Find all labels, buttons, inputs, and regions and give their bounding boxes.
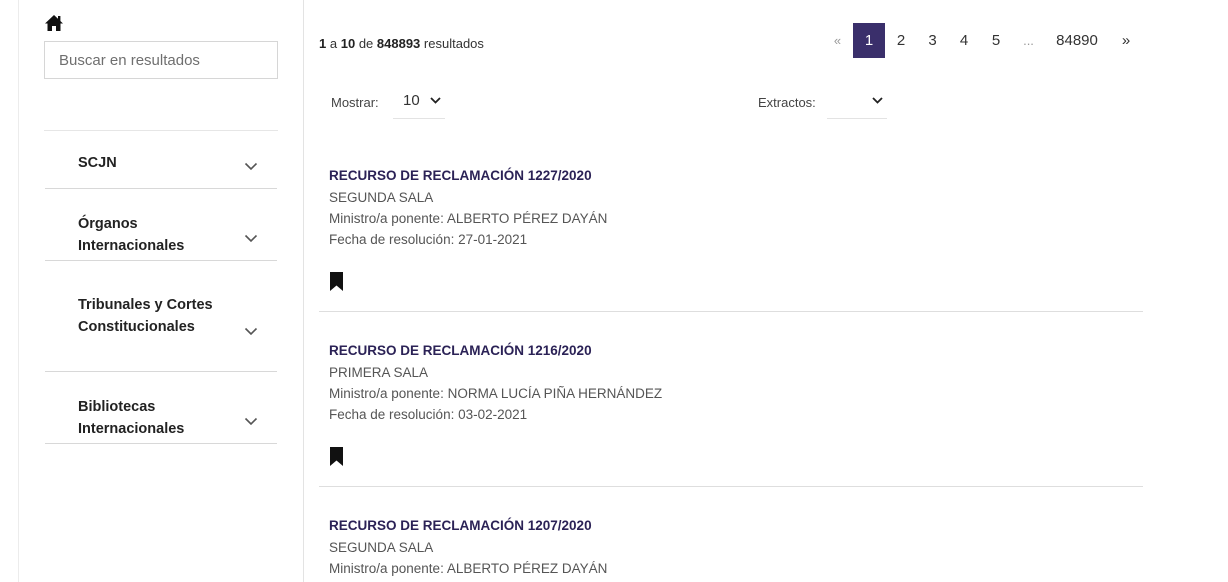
- result-divider: [319, 311, 1143, 312]
- show-label: Mostrar:: [331, 95, 379, 110]
- result-item: RECURSO DE RECLAMACIÓN 1207/2020 SEGUNDA…: [319, 518, 1143, 582]
- pagination-page-1[interactable]: 1: [853, 23, 885, 58]
- result-item: RECURSO DE RECLAMACIÓN 1227/2020 SEGUNDA…: [319, 168, 1143, 313]
- result-divider: [319, 486, 1143, 487]
- pagination-page-last[interactable]: 84890: [1045, 23, 1109, 58]
- sidebar-item-label: SCJN: [78, 155, 117, 171]
- result-fecha: Fecha de resolución: 27-01-2021: [329, 232, 528, 247]
- results-from: 1: [319, 36, 327, 51]
- pagination-next[interactable]: »: [1109, 23, 1143, 58]
- show-select[interactable]: 10: [393, 86, 445, 119]
- results-total: 848893: [376, 36, 421, 51]
- pagination-page-4[interactable]: 4: [948, 23, 980, 58]
- chevron-down-icon: [430, 97, 441, 104]
- sidebar-item-scjn[interactable]: SCJN: [45, 131, 277, 189]
- pagination-page-5[interactable]: 5: [980, 23, 1012, 58]
- result-title-link[interactable]: RECURSO DE RECLAMACIÓN 1227/2020: [329, 168, 592, 183]
- results-count: 1 a 10 de 848893 resultados: [319, 36, 484, 51]
- bookmark-icon[interactable]: [329, 447, 344, 466]
- sidebar: SCJN Órganos Internacionales Tribunales …: [19, 0, 304, 582]
- sidebar-item-tribunales-cortes[interactable]: Tribunales y Cortes Constitucionales: [45, 261, 277, 372]
- result-title-link[interactable]: RECURSO DE RECLAMACIÓN 1216/2020: [329, 343, 592, 358]
- result-item: RECURSO DE RECLAMACIÓN 1216/2020 PRIMERA…: [319, 343, 1143, 488]
- result-sala: PRIMERA SALA: [329, 365, 429, 380]
- result-ponente: Ministro/a ponente: ALBERTO PÉREZ DAYÁN: [329, 561, 608, 576]
- pagination: « 1 2 3 4 5 ... 84890 »: [822, 23, 1143, 58]
- sidebar-item-label: Tribunales y Cortes Constitucionales: [78, 297, 213, 335]
- home-icon[interactable]: [44, 14, 64, 32]
- chevron-down-icon: [244, 417, 258, 426]
- result-ponente: Ministro/a ponente: ALBERTO PÉREZ DAYÁN: [329, 211, 608, 226]
- sidebar-item-label: Bibliotecas Internacionales: [78, 399, 185, 437]
- result-sala: SEGUNDA SALA: [329, 190, 434, 205]
- sidebar-item-bibliotecas-internacionales[interactable]: Bibliotecas Internacionales: [45, 372, 277, 444]
- sidebar-item-label: Órganos Internacionales: [78, 216, 185, 254]
- search-input[interactable]: [44, 41, 278, 79]
- pagination-prev[interactable]: «: [822, 23, 853, 58]
- sidebar-item-organos-internacionales[interactable]: Órganos Internacionales: [45, 189, 277, 261]
- show-select-value: 10: [403, 92, 420, 109]
- pagination-page-2[interactable]: 2: [885, 23, 917, 58]
- results-sep-a: a: [329, 36, 338, 51]
- chevron-down-icon: [244, 327, 258, 336]
- bookmark-icon[interactable]: [329, 272, 344, 291]
- chevron-down-icon: [244, 234, 258, 243]
- pagination-ellipsis: ...: [1023, 33, 1034, 48]
- results-to: 10: [340, 36, 356, 51]
- result-fecha: Fecha de resolución: 03-02-2021: [329, 407, 528, 422]
- extracts-select[interactable]: [827, 86, 887, 119]
- extracts-label: Extractos:: [758, 95, 816, 110]
- results-suffix: resultados: [423, 36, 484, 51]
- result-ponente: Ministro/a ponente: NORMA LUCÍA PIÑA HER…: [329, 386, 663, 401]
- chevron-down-icon: [244, 162, 258, 171]
- result-title-link[interactable]: RECURSO DE RECLAMACIÓN 1207/2020: [329, 518, 592, 533]
- result-sala: SEGUNDA SALA: [329, 540, 434, 555]
- pagination-page-3[interactable]: 3: [917, 23, 948, 58]
- results-sep-de: de: [358, 36, 374, 51]
- chevron-down-icon: [872, 97, 883, 104]
